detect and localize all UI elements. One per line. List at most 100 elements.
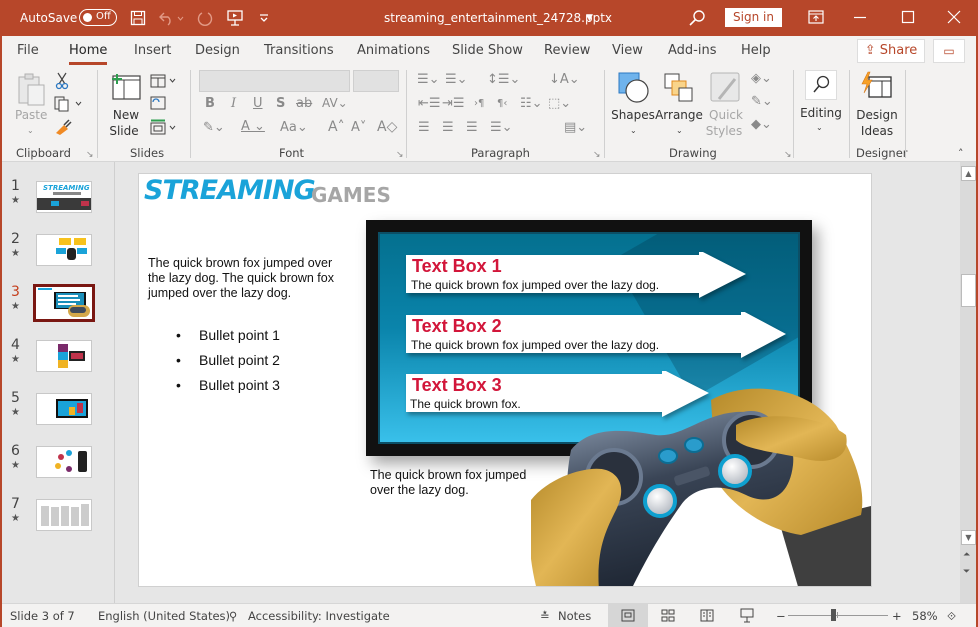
slide-thumbnail-2[interactable]: [36, 234, 92, 266]
previous-slide-icon[interactable]: ⏶: [963, 550, 970, 560]
slide-title-main[interactable]: STREAMING: [144, 175, 316, 206]
rtl-icon[interactable]: ¶‹: [497, 97, 507, 111]
layout-icon[interactable]: [150, 74, 180, 88]
zoom-level[interactable]: 58%: [912, 609, 938, 623]
undo-icon[interactable]: [158, 10, 184, 26]
shape-fill-icon[interactable]: ◈⌄: [751, 72, 772, 86]
copy-icon[interactable]: [54, 96, 82, 112]
slide-thumbnail-7[interactable]: [36, 499, 92, 531]
accessibility-status[interactable]: Accessibility: Investigate: [248, 609, 390, 623]
close-icon[interactable]: [947, 10, 961, 24]
font-color-icon[interactable]: A ⌄: [241, 120, 265, 134]
scroll-thumb[interactable]: [961, 274, 976, 307]
notes-button[interactable]: Notes: [558, 609, 591, 623]
tab-home[interactable]: Home: [69, 43, 108, 65]
align-right-icon[interactable]: ☰: [466, 121, 478, 135]
drawing-launcher-icon[interactable]: ↘: [784, 148, 792, 162]
tab-insert[interactable]: Insert: [134, 43, 171, 58]
change-case-icon[interactable]: Aa⌄: [280, 121, 308, 135]
slide-title-sub[interactable]: GAMES: [311, 183, 391, 207]
slide-thumbnail-3[interactable]: [33, 284, 95, 322]
arrange-label[interactable]: Arrange: [655, 107, 703, 123]
search-icon[interactable]: [688, 9, 706, 27]
scroll-down-button[interactable]: ▼: [961, 530, 976, 545]
redo-icon[interactable]: [196, 9, 214, 27]
save-icon[interactable]: [130, 10, 146, 26]
tab-slide-show[interactable]: Slide Show: [452, 43, 523, 58]
zoom-slider-thumb[interactable]: [831, 609, 836, 621]
new-slide-label-2[interactable]: Slide: [104, 123, 144, 139]
text-box-arrow-1[interactable]: Text Box 1 The quick brown fox jumped ov…: [406, 252, 748, 298]
slideshow-view-icon[interactable]: [740, 608, 754, 623]
slide-thumbnail-4[interactable]: [36, 340, 92, 372]
tab-help[interactable]: Help: [741, 43, 771, 58]
increase-indent-icon[interactable]: ⇥☰: [442, 97, 465, 111]
game-controller-illustration[interactable]: [531, 380, 872, 587]
character-spacing-icon[interactable]: AV⌄: [322, 96, 348, 110]
scroll-up-button[interactable]: ▲: [961, 166, 976, 181]
tab-design[interactable]: Design: [195, 43, 240, 58]
align-center-icon[interactable]: ☰: [442, 121, 454, 135]
align-left-icon[interactable]: ☰: [418, 121, 430, 135]
start-slideshow-icon[interactable]: [226, 9, 244, 27]
paste-dropdown-icon[interactable]: ⌄: [27, 124, 34, 138]
notes-icon[interactable]: ≛: [540, 609, 550, 623]
design-ideas-label-1[interactable]: Design: [855, 107, 899, 123]
ltr-icon[interactable]: ›¶: [474, 97, 484, 111]
next-slide-icon[interactable]: ⏷: [963, 567, 970, 577]
clear-formatting-icon[interactable]: A◇: [377, 120, 397, 134]
zoom-slider-track[interactable]: [788, 615, 888, 616]
intro-text[interactable]: The quick brown fox jumped over the lazy…: [148, 256, 334, 301]
quick-styles-label-2[interactable]: Styles: [702, 123, 746, 139]
text-box-arrow-2[interactable]: Text Box 2 The quick brown fox jumped ov…: [406, 312, 788, 358]
filename-dropdown-icon[interactable]: ▼: [586, 13, 593, 23]
fit-to-window-icon[interactable]: ⟐: [947, 609, 956, 624]
align-text-icon[interactable]: ⬚⌄: [548, 97, 571, 111]
tab-transitions[interactable]: Transitions: [264, 43, 334, 58]
bullets-icon[interactable]: ☰⌄: [417, 73, 440, 87]
quick-styles-label-1[interactable]: Quick: [704, 107, 748, 123]
slide-thumbnail-1[interactable]: STREAMING: [36, 181, 92, 213]
format-painter-icon[interactable]: [54, 119, 72, 135]
zoom-out-button[interactable]: −: [776, 609, 786, 623]
reset-slide-icon[interactable]: [150, 96, 168, 110]
editing-button[interactable]: [805, 70, 837, 100]
decrease-indent-icon[interactable]: ⇤☰: [418, 97, 441, 111]
text-shadow-icon[interactable]: S: [276, 97, 285, 111]
comments-button[interactable]: ▭: [933, 39, 965, 63]
sign-in-button[interactable]: Sign in: [725, 8, 782, 27]
design-ideas-icon[interactable]: [860, 71, 894, 101]
shapes-label[interactable]: Shapes: [611, 107, 655, 123]
font-launcher-icon[interactable]: ↘: [396, 148, 404, 162]
customize-toolbar-icon[interactable]: [258, 12, 270, 24]
file-name[interactable]: streaming_entertainment_24728.pptx: [384, 11, 612, 25]
quick-styles-icon[interactable]: [709, 71, 743, 105]
editing-label[interactable]: Editing: [798, 105, 844, 121]
tab-review[interactable]: Review: [544, 43, 590, 58]
reading-view-icon[interactable]: [700, 609, 714, 622]
zoom-in-button[interactable]: +: [892, 609, 902, 623]
ribbon-display-options-icon[interactable]: [808, 10, 824, 24]
tab-view[interactable]: View: [612, 43, 643, 58]
paste-icon[interactable]: [17, 72, 47, 106]
font-size-combo[interactable]: [353, 70, 399, 92]
clipboard-launcher-icon[interactable]: ↘: [86, 148, 94, 162]
design-ideas-label-2[interactable]: Ideas: [855, 123, 899, 139]
shape-outline-icon[interactable]: ✎⌄: [751, 95, 773, 109]
shapes-icon[interactable]: [617, 71, 651, 105]
tab-file[interactable]: File: [17, 43, 39, 58]
accessibility-icon[interactable]: ⚲: [229, 609, 237, 623]
justify-icon[interactable]: ☰⌄: [490, 121, 513, 135]
slide-canvas[interactable]: STREAMING GAMES The quick brown fox jump…: [138, 173, 872, 587]
font-name-combo[interactable]: [199, 70, 350, 92]
italic-icon[interactable]: I: [231, 97, 236, 111]
minimize-icon[interactable]: [853, 16, 867, 19]
decrease-font-icon[interactable]: A˅: [351, 121, 366, 135]
new-slide-label-1[interactable]: New: [106, 107, 146, 123]
normal-view-button[interactable]: [608, 604, 648, 627]
text-direction-icon[interactable]: ↓A⌄: [549, 73, 580, 87]
tab-add-ins[interactable]: Add-ins: [668, 43, 716, 58]
section-icon[interactable]: [150, 119, 180, 135]
strikethrough-icon[interactable]: ab: [296, 97, 312, 111]
cut-icon[interactable]: [55, 72, 69, 90]
